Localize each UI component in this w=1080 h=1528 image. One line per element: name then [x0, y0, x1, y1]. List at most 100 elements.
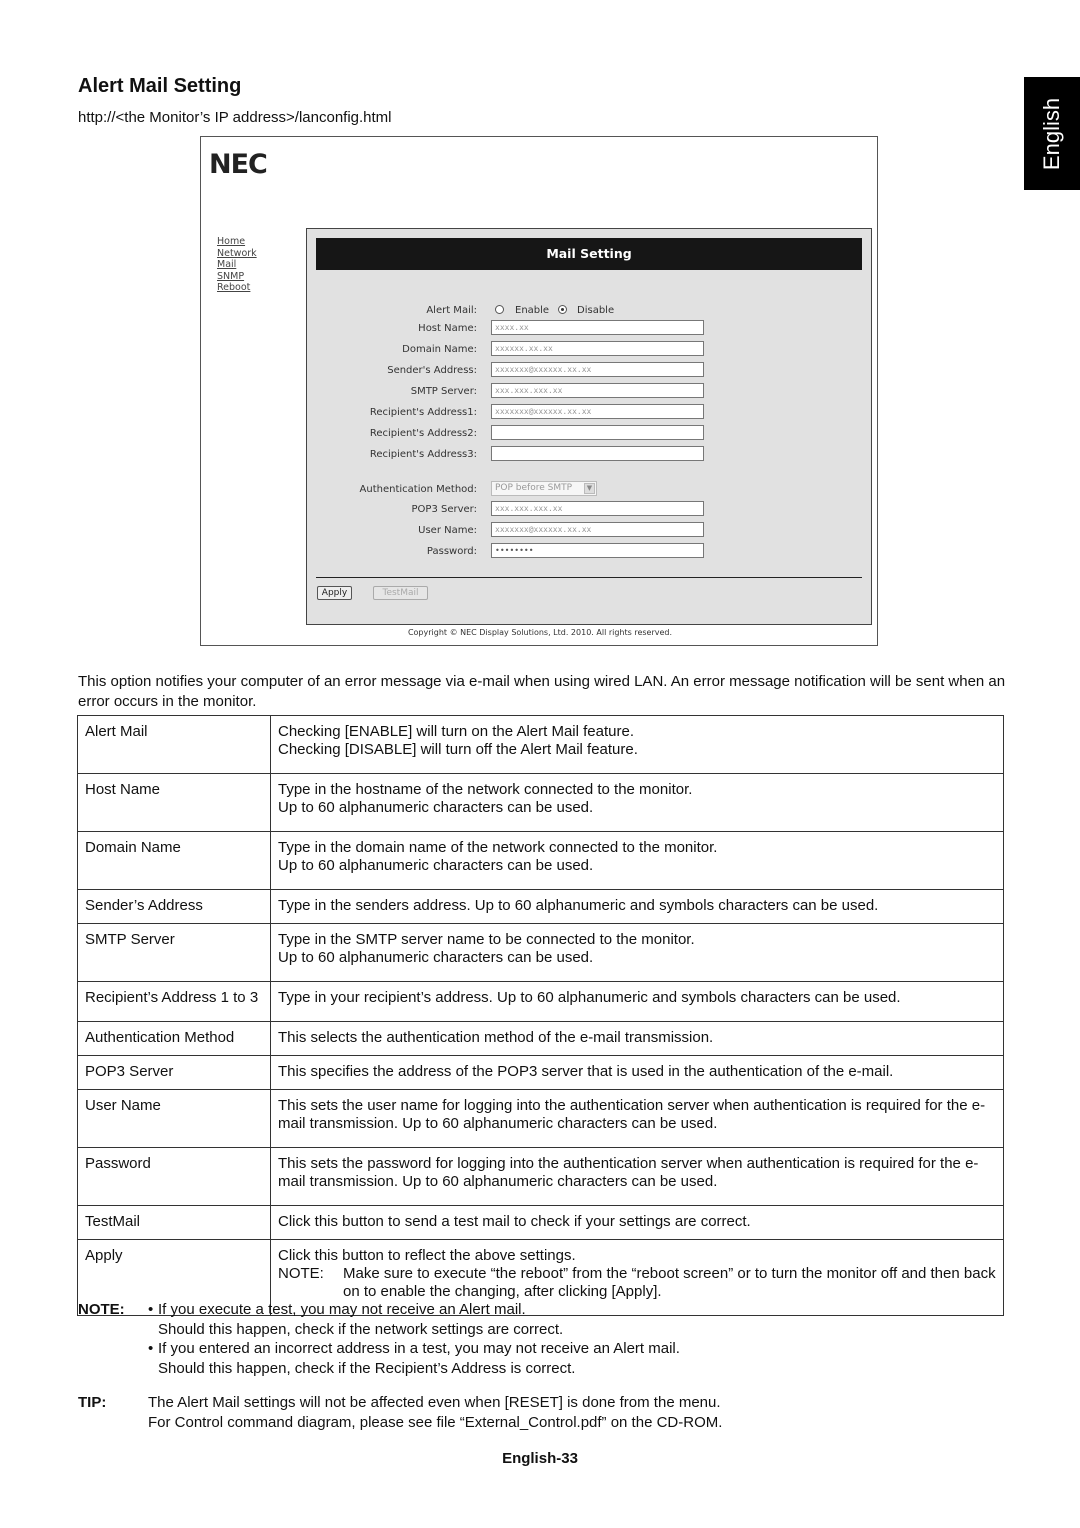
recipient-address2-label: Recipient's Address2:: [369, 428, 477, 439]
recipient-address3-label: Recipient's Address3:: [369, 449, 477, 460]
host-name-input[interactable]: xxxx.xx: [491, 320, 704, 335]
field-row: Sender's Address: xxxxxxx@xxxxxx.xx.xx: [307, 362, 873, 382]
sender-address-input[interactable]: xxxxxxx@xxxxxx.xx.xx: [491, 362, 704, 377]
row-name: SMTP Server: [77, 923, 271, 982]
nec-logo: NEC: [209, 149, 268, 180]
field-row: Recipient's Address1: xxxxxxx@xxxxxx.xx.…: [307, 404, 873, 424]
row-desc-line: Type in the hostname of the network conn…: [278, 781, 693, 798]
password-input[interactable]: ••••••••: [491, 543, 704, 558]
note-label: NOTE:: [78, 1301, 125, 1318]
user-name-label: User Name:: [418, 525, 477, 536]
row-desc: Type in the hostname of the network conn…: [270, 773, 1004, 832]
alert-mail-row: Alert Mail: Enable Disable: [307, 302, 873, 322]
row-desc: Type in your recipient’s address. Up to …: [270, 981, 1004, 1022]
row-desc-line: Up to 60 alphanumeric characters can be …: [278, 799, 594, 816]
user-name-input[interactable]: xxxxxxx@xxxxxx.xx.xx: [491, 522, 704, 537]
auth-method-value: POP before SMTP: [495, 483, 573, 493]
chevron-down-icon[interactable]: ▼: [584, 483, 595, 494]
table-row: Authentication Method This selects the a…: [77, 1021, 1004, 1056]
row-name: Host Name: [77, 773, 271, 832]
row-name: Recipient’s Address 1 to 3: [77, 981, 271, 1022]
nav-link-reboot[interactable]: Reboot: [217, 282, 257, 294]
row-desc: This sets the user name for logging into…: [270, 1089, 1004, 1148]
nav-link-network[interactable]: Network: [217, 248, 257, 260]
row-desc: This selects the authentication method o…: [270, 1021, 1004, 1056]
row-desc-line: Checking [DISABLE] will turn off the Ale…: [278, 741, 638, 758]
web-ui-screenshot: NEC Home Network Mail SNMP Reboot Mail S…: [200, 136, 878, 646]
row-desc-line: This sets the password for logging into …: [278, 1155, 979, 1190]
mail-setting-panel: Mail Setting Alert Mail: Enable Disable …: [306, 228, 872, 625]
bullet-icon: •: [148, 1340, 154, 1357]
row-name: Alert Mail: [77, 715, 271, 774]
table-row: Domain Name Type in the domain name of t…: [77, 831, 1004, 890]
password-label: Password:: [426, 546, 477, 557]
nav-link-home[interactable]: Home: [217, 236, 257, 248]
row-desc-line: Type in the SMTP server name to be conne…: [278, 931, 695, 948]
host-name-label: Host Name:: [418, 323, 477, 334]
row-name: Password: [77, 1147, 271, 1206]
table-row: User Name This sets the user name for lo…: [77, 1089, 1004, 1148]
pop3-server-input[interactable]: xxx.xxx.xxx.xx: [491, 501, 704, 516]
enable-radio[interactable]: [495, 305, 504, 314]
apply-button[interactable]: Apply: [317, 586, 352, 600]
note-item: NOTE: • If you execute a test, you may n…: [78, 1300, 1008, 1339]
tip-line: The Alert Mail settings will not be affe…: [148, 1394, 721, 1411]
bullet-icon: •: [148, 1301, 154, 1318]
smtp-server-input[interactable]: xxx.xxx.xxx.xx: [491, 383, 704, 398]
row-desc-line: This specifies the address of the POP3 s…: [278, 1063, 894, 1080]
field-row: Domain Name: xxxxxx.xx.xx: [307, 341, 873, 361]
config-url: http://<the Monitor’s IP address>/lancon…: [78, 109, 392, 126]
domain-name-input[interactable]: xxxxxx.xx.xx: [491, 341, 704, 356]
pop3-server-label: POP3 Server:: [411, 504, 477, 515]
tip-item: TIP: The Alert Mail settings will not be…: [78, 1393, 1008, 1432]
field-row: Host Name: xxxx.xx: [307, 320, 873, 340]
row-desc-line: Type in the domain name of the network c…: [278, 839, 718, 856]
page-number: English-33: [502, 1450, 578, 1467]
auth-method-row: Authentication Method: POP before SMTP ▼: [307, 481, 873, 501]
domain-name-label: Domain Name:: [402, 344, 477, 355]
table-row: TestMail Click this button to send a tes…: [77, 1205, 1004, 1240]
table-row: Host Name Type in the hostname of the ne…: [77, 773, 1004, 832]
nav-link-snmp[interactable]: SNMP: [217, 271, 257, 283]
side-nav: Home Network Mail SNMP Reboot: [217, 236, 257, 294]
note-item: • If you entered an incorrect address in…: [78, 1339, 1008, 1378]
note-line: Should this happen, check if the network…: [158, 1320, 564, 1338]
row-desc-line: Click this button to reflect the above s…: [278, 1247, 576, 1264]
recipient-address3-input[interactable]: [491, 446, 704, 461]
row-name: POP3 Server: [77, 1055, 271, 1090]
testmail-button[interactable]: TestMail: [373, 586, 428, 600]
tip-label: TIP:: [78, 1394, 107, 1411]
nav-link-mail[interactable]: Mail: [217, 259, 257, 271]
apply-note-text: Make sure to execute “the reboot” from t…: [343, 1265, 996, 1300]
settings-table: Alert Mail Checking [ENABLE] will turn o…: [77, 715, 1004, 1316]
auth-method-select[interactable]: POP before SMTP ▼: [491, 481, 597, 496]
row-desc-line: Click this button to send a test mail to…: [278, 1213, 751, 1230]
field-row: Password: ••••••••: [307, 543, 873, 563]
table-row: Alert Mail Checking [ENABLE] will turn o…: [77, 715, 1004, 774]
disable-radio-label: Disable: [577, 305, 615, 316]
row-desc: This sets the password for logging into …: [270, 1147, 1004, 1206]
row-desc: Checking [ENABLE] will turn on the Alert…: [270, 715, 1004, 774]
row-desc-line: Checking [ENABLE] will turn on the Alert…: [278, 723, 635, 740]
description: This option notifies your computer of an…: [78, 673, 1006, 710]
table-row: Password This sets the password for logg…: [77, 1147, 1004, 1206]
alert-mail-label: Alert Mail:: [426, 305, 477, 316]
row-desc: Click this button to send a test mail to…: [270, 1205, 1004, 1240]
table-row: SMTP Server Type in the SMTP server name…: [77, 923, 1004, 982]
row-name: Sender’s Address: [77, 889, 271, 924]
page-title: Alert Mail Setting: [78, 75, 242, 97]
apply-note: NOTE: Make sure to execute “the reboot” …: [278, 1265, 996, 1301]
note-line: If you entered an incorrect address in a…: [158, 1340, 680, 1357]
recipient-address1-input[interactable]: xxxxxxx@xxxxxx.xx.xx: [491, 404, 704, 419]
table-row: Recipient’s Address 1 to 3 Type in your …: [77, 981, 1004, 1022]
disable-radio[interactable]: [558, 305, 567, 314]
field-row: SMTP Server: xxx.xxx.xxx.xx: [307, 383, 873, 403]
row-desc: This specifies the address of the POP3 s…: [270, 1055, 1004, 1090]
table-row: POP3 Server This specifies the address o…: [77, 1055, 1004, 1090]
recipient-address1-label: Recipient's Address1:: [369, 407, 477, 418]
row-desc: Type in the SMTP server name to be conne…: [270, 923, 1004, 982]
row-desc: Type in the senders address. Up to 60 al…: [270, 889, 1004, 924]
recipient-address2-input[interactable]: [491, 425, 704, 440]
divider: [316, 577, 862, 578]
panel-title: Mail Setting: [316, 238, 862, 270]
